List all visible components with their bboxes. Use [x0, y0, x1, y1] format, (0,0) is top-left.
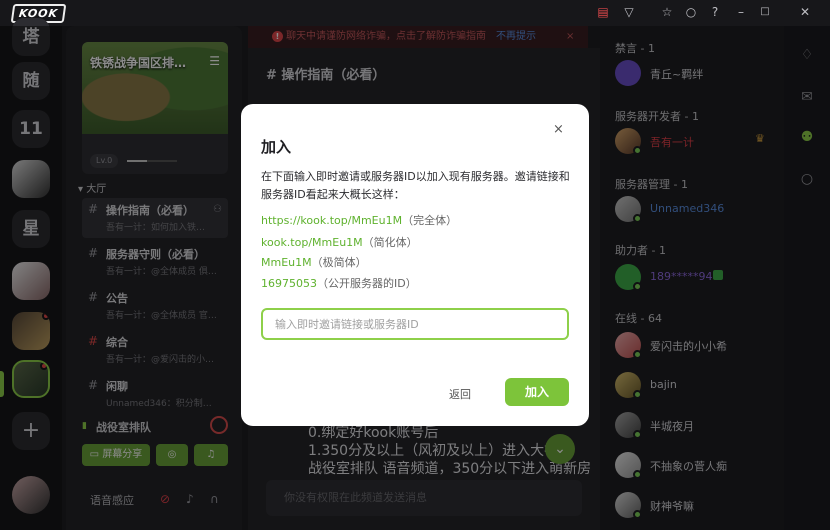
example-row: 16975053（公开服务器的ID） [261, 275, 417, 291]
example-row: MmEu1M（极简体） [261, 254, 367, 270]
gift-icon[interactable]: ▤ [596, 5, 610, 19]
close-icon[interactable]: ✕ [798, 5, 812, 19]
example-hint: （简化体） [362, 236, 418, 249]
title-bar: KOOK ▤ ▽ ☆ ○ ? – □ ✕ [0, 0, 830, 26]
example-hint: （完全体） [402, 214, 458, 227]
maximize-icon[interactable]: □ [758, 5, 772, 19]
example-row: kook.top/MmEu1M（简化体） [261, 234, 418, 250]
minimize-icon[interactable]: – [734, 5, 748, 19]
dialog-title: 加入 [261, 138, 292, 156]
example-hint: （极简体） [311, 256, 367, 269]
star-icon[interactable]: ☆ [660, 5, 674, 19]
search-icon[interactable]: ○ [684, 5, 698, 19]
join-server-dialog: 加入 × 在下面输入即时邀请或服务器ID以加入现有服务器。邀请链接和服务器ID看… [241, 104, 589, 426]
help-icon[interactable]: ? [708, 5, 722, 19]
example-value: 16975053 [261, 277, 317, 290]
shirt-icon[interactable]: ▽ [622, 5, 636, 19]
kook-app: KOOK ▤ ▽ ☆ ○ ? – □ ✕ 塔 随 11 星 + 铁锈战争国区排…… [0, 0, 830, 530]
invite-link-input[interactable] [261, 308, 569, 340]
close-icon[interactable]: × [553, 122, 564, 137]
example-hint: （公开服务器的ID） [317, 277, 417, 290]
join-button[interactable]: 加入 [505, 378, 569, 406]
back-button[interactable]: 返回 [449, 386, 471, 402]
example-row: https://kook.top/MmEu1M（完全体） [261, 212, 457, 228]
example-value: MmEu1M [261, 256, 312, 269]
dialog-description: 在下面输入即时邀请或服务器ID以加入现有服务器。邀请链接和服务器ID看起来大概长… [261, 170, 570, 201]
example-value: https://kook.top/MmEu1M [261, 214, 403, 227]
example-value: kook.top/MmEu1M [261, 236, 363, 249]
